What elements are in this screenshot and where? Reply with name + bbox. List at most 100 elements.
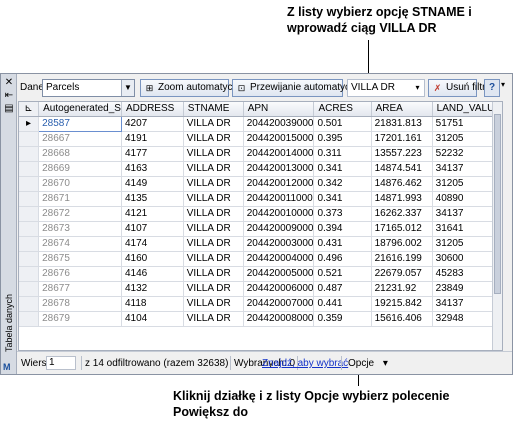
table-cell[interactable]: 0.441 (313, 296, 372, 312)
table-cell[interactable]: 21231.92 (371, 281, 433, 297)
table-cell[interactable]: VILLA DR (183, 176, 244, 192)
table-cell[interactable]: VILLA DR (183, 131, 244, 147)
table-cell[interactable]: VILLA DR (183, 221, 244, 237)
table-cell[interactable]: 204420008000 (243, 311, 315, 327)
table-cell[interactable]: 15616.406 (371, 311, 433, 327)
properties-icon[interactable]: ▤ (3, 103, 15, 115)
toolbar-overflow-icon[interactable]: ▾ (501, 80, 505, 89)
row-header[interactable] (19, 221, 40, 237)
column-header[interactable]: APN (243, 102, 315, 117)
column-header[interactable]: ACRES (313, 102, 372, 117)
table-cell[interactable]: 28677 (38, 281, 122, 297)
table-cell[interactable]: 28675 (38, 251, 122, 267)
table-cell[interactable]: VILLA DR (183, 236, 244, 252)
table-cell[interactable]: 204420003000 (243, 236, 315, 252)
help-button[interactable]: ? (484, 79, 500, 97)
data-source-select[interactable]: Parcels ▼ (42, 79, 135, 97)
table-cell[interactable]: 204420010000 (243, 206, 315, 222)
table-cell[interactable]: 28678 (38, 296, 122, 312)
table-cell[interactable]: 28587 (38, 115, 122, 132)
column-header[interactable]: STNAME (183, 102, 244, 117)
table-cell[interactable]: 0.342 (313, 176, 372, 192)
table-cell[interactable]: 4135 (121, 191, 184, 207)
table-cell[interactable]: 28671 (38, 191, 122, 207)
table-cell[interactable]: 204420009000 (243, 221, 315, 237)
table-cell[interactable]: 0.496 (313, 251, 372, 267)
table-row[interactable]: 28679 4104 VILLA DR 204420008000 0.359 15616.… (19, 311, 502, 327)
table-cell[interactable]: 204420006000 (243, 281, 315, 297)
table-cell[interactable]: VILLA DR (183, 206, 244, 222)
row-header[interactable] (19, 266, 40, 282)
table-cell[interactable]: 204420039000 (243, 116, 315, 132)
row-header[interactable] (19, 296, 40, 312)
table-cell[interactable]: 0.311 (313, 146, 372, 162)
table-cell[interactable]: 4177 (121, 146, 184, 162)
table-cell[interactable]: 13557.223 (371, 146, 433, 162)
table-cell[interactable]: VILLA DR (183, 146, 244, 162)
table-row[interactable]: 28677 4132 VILLA DR 204420006000 0.487 21231.… (19, 281, 502, 297)
vertical-scrollbar[interactable] (492, 102, 502, 350)
table-cell[interactable]: 4163 (121, 161, 184, 177)
find-to-select-link[interactable]: Znajdź, aby wybrać (262, 358, 348, 369)
column-header[interactable]: ADDRESS (121, 102, 184, 117)
table-cell[interactable]: VILLA DR (183, 116, 244, 132)
data-grid[interactable]: ⊾ Autogenerated_S ADDRESS STNAME APN ACR… (18, 101, 503, 351)
table-cell[interactable]: 28674 (38, 236, 122, 252)
row-header[interactable] (19, 176, 40, 192)
table-cell[interactable]: 204420013000 (243, 161, 315, 177)
table-cell[interactable]: 17165.012 (371, 221, 433, 237)
table-cell[interactable]: 204420005000 (243, 266, 315, 282)
row-header[interactable] (19, 311, 40, 327)
table-cell[interactable]: 28670 (38, 176, 122, 192)
table-row[interactable]: 28668 4177 VILLA DR 204420014000 0.311 13557.… (19, 146, 502, 162)
table-cell[interactable]: 18796.002 (371, 236, 433, 252)
table-row[interactable]: 28672 4121 VILLA DR 204420010000 0.373 16262.… (19, 206, 502, 222)
table-cell[interactable]: 14876.462 (371, 176, 433, 192)
table-cell[interactable]: 22679.057 (371, 266, 433, 282)
table-cell[interactable]: 21616.199 (371, 251, 433, 267)
table-cell[interactable]: 4149 (121, 176, 184, 192)
table-cell[interactable]: 4207 (121, 116, 184, 132)
filter-select[interactable]: VILLA DR ▾ (347, 79, 425, 97)
pan-auto-button[interactable]: ⊡ Przewijanie automatyczne (232, 79, 366, 97)
table-cell[interactable]: 28676 (38, 266, 122, 282)
table-row[interactable]: 28670 4149 VILLA DR 204420012000 0.342 14876.… (19, 176, 502, 192)
table-cell[interactable]: 14874.541 (371, 161, 433, 177)
table-row[interactable]: 28675 4160 VILLA DR 204420004000 0.496 21616.… (19, 251, 502, 267)
table-cell[interactable]: 4104 (121, 311, 184, 327)
table-cell[interactable]: 16262.337 (371, 206, 433, 222)
table-cell[interactable]: 28679 (38, 311, 122, 327)
table-cell[interactable]: 204420011000 (243, 191, 315, 207)
select-all-corner[interactable]: ⊾ (19, 102, 40, 117)
table-cell[interactable]: 4160 (121, 251, 184, 267)
close-icon[interactable]: ✕ (3, 77, 15, 89)
table-cell[interactable]: 0.487 (313, 281, 372, 297)
table-cell[interactable]: 4132 (121, 281, 184, 297)
table-cell[interactable]: 4118 (121, 296, 184, 312)
table-cell[interactable]: VILLA DR (183, 161, 244, 177)
table-cell[interactable]: VILLA DR (183, 266, 244, 282)
scrollbar-thumb[interactable] (494, 114, 501, 294)
row-header[interactable] (19, 206, 40, 222)
table-cell[interactable]: 28668 (38, 146, 122, 162)
row-number-field[interactable]: 1 (46, 356, 76, 370)
table-cell[interactable]: 204420012000 (243, 176, 315, 192)
table-row[interactable]: 28678 4118 VILLA DR 204420007000 0.441 19215.… (19, 296, 502, 312)
table-cell[interactable]: 204420007000 (243, 296, 315, 312)
table-cell[interactable]: 19215.842 (371, 296, 433, 312)
column-header[interactable]: Autogenerated_S (38, 102, 122, 117)
table-row[interactable]: 28667 4191 VILLA DR 204420015000 0.395 17201.… (19, 131, 502, 147)
table-cell[interactable]: 204420014000 (243, 146, 315, 162)
table-cell[interactable]: 17201.161 (371, 131, 433, 147)
table-cell[interactable]: 0.431 (313, 236, 372, 252)
table-cell[interactable]: 4146 (121, 266, 184, 282)
row-header[interactable] (19, 281, 40, 297)
table-cell[interactable]: 28673 (38, 221, 122, 237)
table-cell[interactable]: 4174 (121, 236, 184, 252)
table-cell[interactable]: VILLA DR (183, 311, 244, 327)
table-cell[interactable]: 0.359 (313, 311, 372, 327)
row-header[interactable] (19, 251, 40, 267)
row-header[interactable] (19, 236, 40, 252)
table-cell[interactable]: 0.373 (313, 206, 372, 222)
table-row[interactable]: ▸ 28587 4207 VILLA DR 204420039000 0.501 21831… (19, 115, 502, 132)
